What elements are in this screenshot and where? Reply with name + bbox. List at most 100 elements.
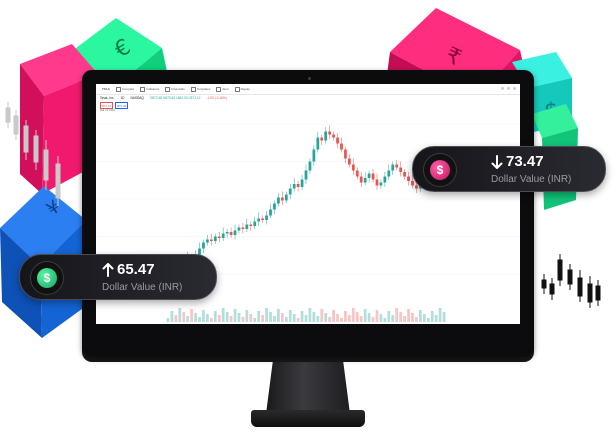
candle-body <box>233 230 237 235</box>
candle-body <box>328 131 332 135</box>
volume-bar <box>422 314 426 322</box>
volume-bar <box>178 308 182 322</box>
candle-body <box>363 178 367 183</box>
volume-bar <box>434 315 438 322</box>
candle-body <box>265 215 268 220</box>
candle-body <box>225 232 229 234</box>
volume-bar <box>351 308 355 322</box>
volume-bar <box>340 318 343 322</box>
volume-bar <box>194 313 197 322</box>
volume-bar <box>316 316 320 322</box>
candle-body <box>245 224 249 229</box>
candle-body <box>355 170 359 177</box>
monitor-camera <box>308 77 311 80</box>
volume-bar <box>245 310 249 322</box>
candle-body <box>273 203 276 210</box>
volume-bar <box>304 315 308 322</box>
volume-bar <box>284 317 288 322</box>
volume-bar <box>415 317 418 322</box>
volume-bar <box>292 314 296 322</box>
dollar-value-amount: 73.47 <box>506 153 544 170</box>
candle-body <box>411 181 414 186</box>
volume-bar <box>229 316 233 322</box>
volume-bar <box>359 316 363 322</box>
candle-body <box>261 218 264 220</box>
volume-bar <box>399 312 403 322</box>
volume-bar <box>202 310 205 322</box>
volume-bar <box>225 312 229 322</box>
candle-body <box>407 176 410 181</box>
right-candlestick-decor <box>541 254 601 308</box>
coin-badge: $ <box>423 153 457 187</box>
volume-bar <box>261 315 264 322</box>
candle-body <box>387 170 391 177</box>
volume-bar <box>391 315 395 322</box>
candle-body <box>340 143 343 150</box>
volume-bar <box>344 311 347 322</box>
volume-bar <box>426 318 430 322</box>
candle-body <box>379 182 383 186</box>
candle-body <box>399 167 403 172</box>
volume-bar <box>209 318 213 322</box>
volume-bar <box>328 317 332 322</box>
volume-bar <box>371 317 375 322</box>
left-candlestick-decor <box>5 102 61 206</box>
volume-bar <box>273 316 276 322</box>
volume-bar <box>300 311 304 322</box>
candle-body <box>241 227 245 229</box>
volume-bar <box>332 310 335 322</box>
volume-bar <box>221 308 225 322</box>
volume-bar <box>324 313 328 322</box>
candle-body <box>229 232 233 235</box>
volume-bar <box>198 317 201 322</box>
volume-bar <box>296 318 300 322</box>
candle-body <box>316 137 320 150</box>
candle-body <box>209 239 213 241</box>
candle-body <box>348 158 351 165</box>
volume-bar <box>166 318 170 322</box>
candle-body <box>336 137 339 144</box>
candle-body <box>284 194 288 201</box>
volume-bar <box>387 311 391 322</box>
dollar-value-card-up: $ 65.47 Dollar Value (INR) <box>19 254 217 300</box>
candle-body <box>351 164 355 171</box>
candle-body <box>367 173 371 178</box>
candle-body <box>344 149 347 159</box>
volume-bar <box>237 313 241 322</box>
candle-body <box>237 227 241 231</box>
candle-body <box>292 184 296 189</box>
dollar-value-amount: 65.47 <box>117 261 155 278</box>
monitor-stand-neck <box>266 362 350 414</box>
volume-bar <box>170 311 174 322</box>
candle-body <box>249 224 253 226</box>
volume-bar <box>265 308 268 322</box>
volume-bar <box>442 312 446 322</box>
volume-bar <box>363 309 367 322</box>
volume-bar <box>288 310 292 322</box>
candle-body <box>296 184 300 187</box>
volume-bar <box>411 313 414 322</box>
volume-bar <box>320 309 324 322</box>
candle-body <box>415 185 418 189</box>
volume-bar <box>367 313 371 322</box>
candle-body <box>359 176 363 183</box>
candle-body <box>403 172 406 177</box>
volume-bar <box>253 318 257 322</box>
candle-body <box>395 164 399 168</box>
volume-bar <box>355 312 359 322</box>
candle-body <box>253 221 257 226</box>
volume-bar <box>257 311 261 322</box>
candle-body <box>221 233 225 238</box>
candle-body <box>371 173 375 180</box>
volume-bar <box>206 314 209 322</box>
candle-body <box>206 239 209 243</box>
volume-bar <box>174 315 178 322</box>
volume-bar <box>379 314 383 322</box>
monitor-stand-base <box>251 410 365 427</box>
arrow-down-icon <box>491 154 503 169</box>
volume-bar <box>403 316 406 322</box>
coin-badge: $ <box>30 261 64 295</box>
volume-bar <box>186 316 190 322</box>
candle-body <box>391 164 395 171</box>
dollar-value-card-down: $ 73.47 Dollar Value (INR) <box>412 146 606 192</box>
